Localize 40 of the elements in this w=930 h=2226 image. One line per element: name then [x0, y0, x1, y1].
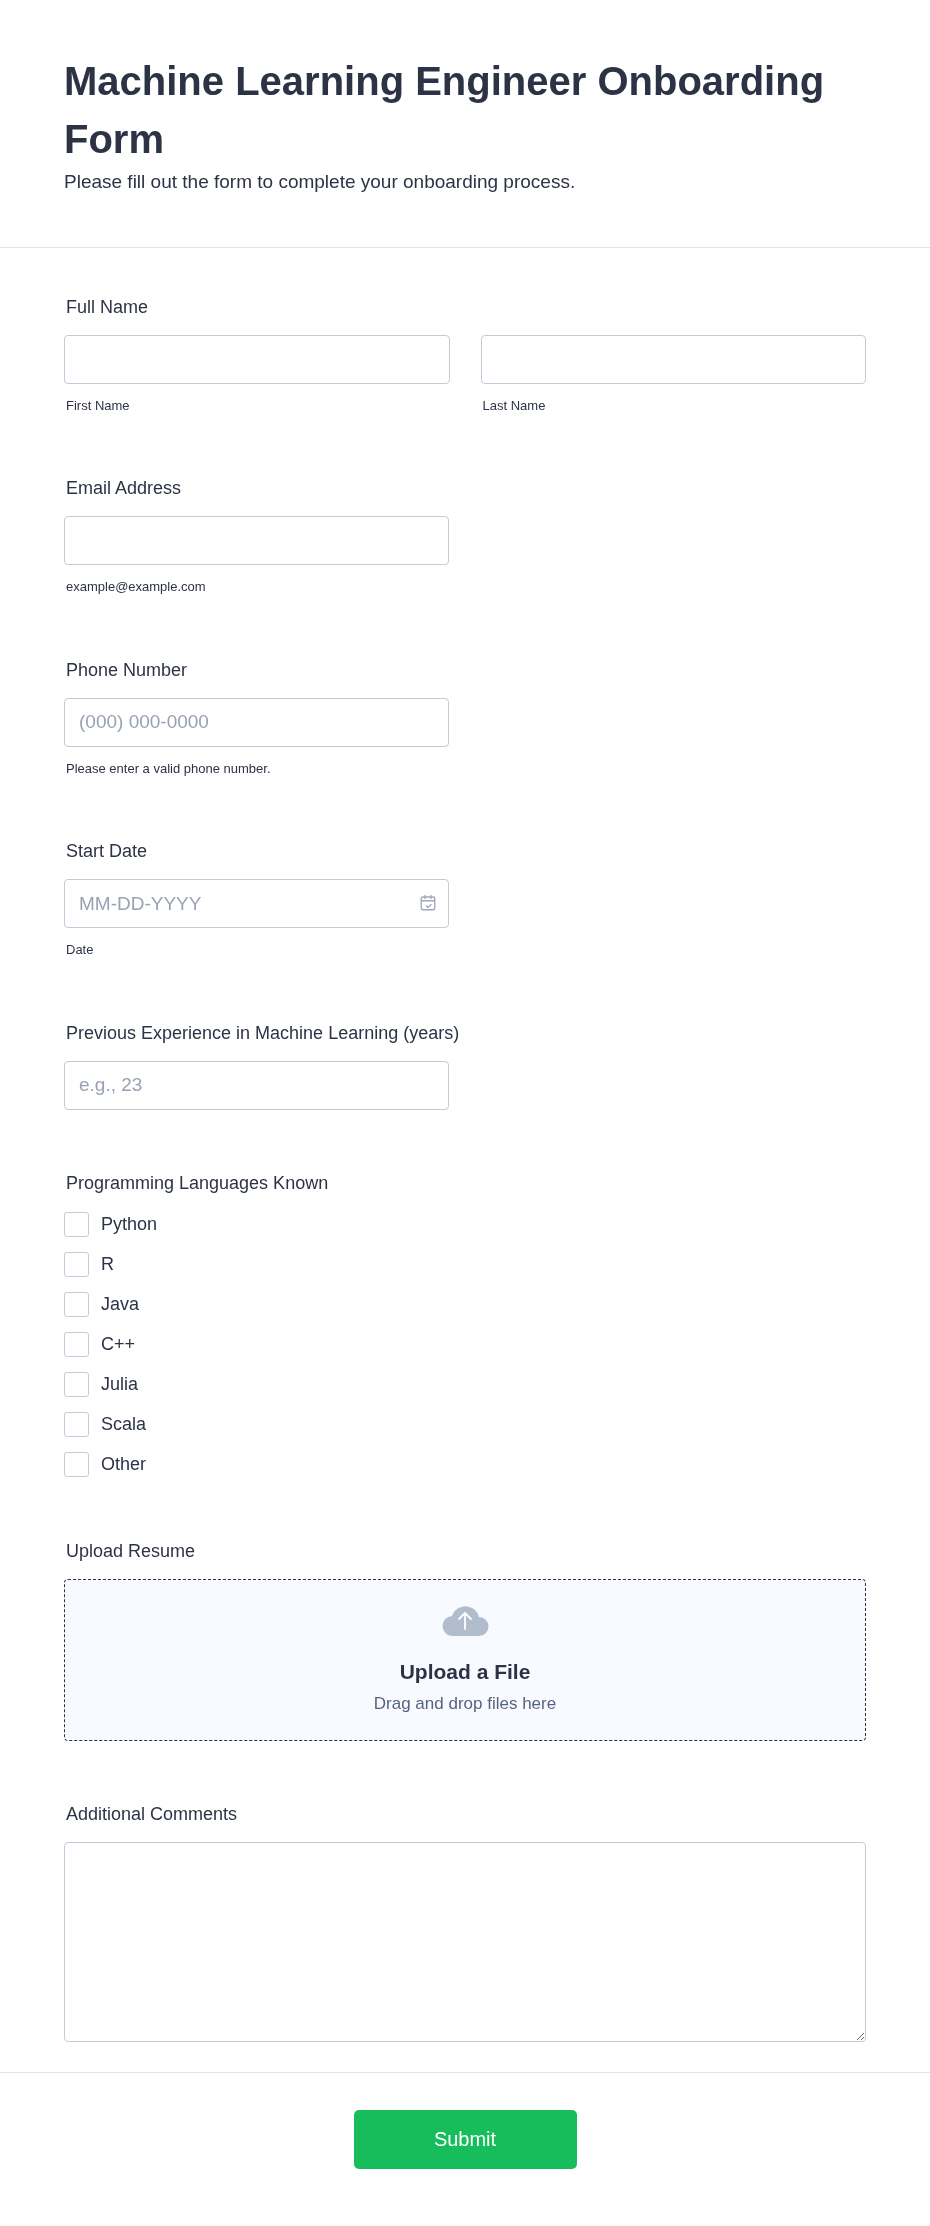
name-input-field[interactable] [64, 334, 450, 384]
checkbox[interactable] [64, 1371, 89, 1397]
checkbox[interactable] [64, 1331, 89, 1357]
field-label: Previous Experience in Machine Learning (years) [65, 1021, 461, 1045]
field-label: Full Name [65, 295, 150, 319]
checkbox-label[interactable]: Python [101, 1210, 158, 1238]
file-drop-zone[interactable]: Upload a File Drag and drop files here [64, 1578, 866, 1741]
field-label: Start Date [65, 840, 149, 863]
checkbox-label[interactable]: C++ [101, 1330, 136, 1358]
checkbox-label[interactable]: Other [101, 1450, 147, 1478]
text-input-field[interactable] [64, 516, 449, 565]
form-subtitle: Please fill out the form to complete your onboarding process. [64, 170, 577, 194]
checkbox[interactable] [64, 1411, 89, 1437]
date-input-field[interactable]: MM-DD-YYYY [64, 879, 449, 928]
checkbox[interactable] [64, 1451, 89, 1477]
checkbox-label[interactable]: Scala [101, 1410, 147, 1438]
field-sublabel: Please enter a valid phone number. [65, 759, 272, 778]
checkbox-label[interactable]: Java [101, 1290, 140, 1318]
field-label: Email Address [65, 477, 183, 500]
form-title: Machine Learning Engineer Onboarding Form [64, 58, 826, 163]
checkbox-label[interactable]: R [101, 1250, 114, 1278]
checkbox[interactable] [64, 1291, 89, 1317]
field-label: Additional Comments [65, 1802, 239, 1826]
field-label: Phone Number [65, 658, 189, 682]
checkbox[interactable] [64, 1251, 89, 1277]
upload-hint: Drag and drop files here [373, 1693, 557, 1715]
field-label: Upload Resume [65, 1539, 197, 1563]
name-input-field[interactable] [480, 334, 866, 384]
field-sublabel: First Name [65, 396, 131, 415]
field-sublabel: Last Name [481, 396, 547, 415]
upload-title: Upload a File [399, 1658, 531, 1685]
text-input-field[interactable]: (000) 000-0000 [64, 697, 449, 747]
checkbox-label[interactable]: Julia [101, 1370, 139, 1398]
field-label: Programming Languages Known [65, 1171, 330, 1195]
comments-textarea[interactable] [64, 1841, 866, 2042]
field-sublabel: example@example.com [65, 578, 207, 596]
text-input-field[interactable]: e.g., 23 [64, 1060, 449, 1110]
field-sublabel: Date [65, 941, 95, 959]
checkbox[interactable] [64, 1211, 89, 1237]
calendar-icon[interactable] [419, 894, 437, 912]
